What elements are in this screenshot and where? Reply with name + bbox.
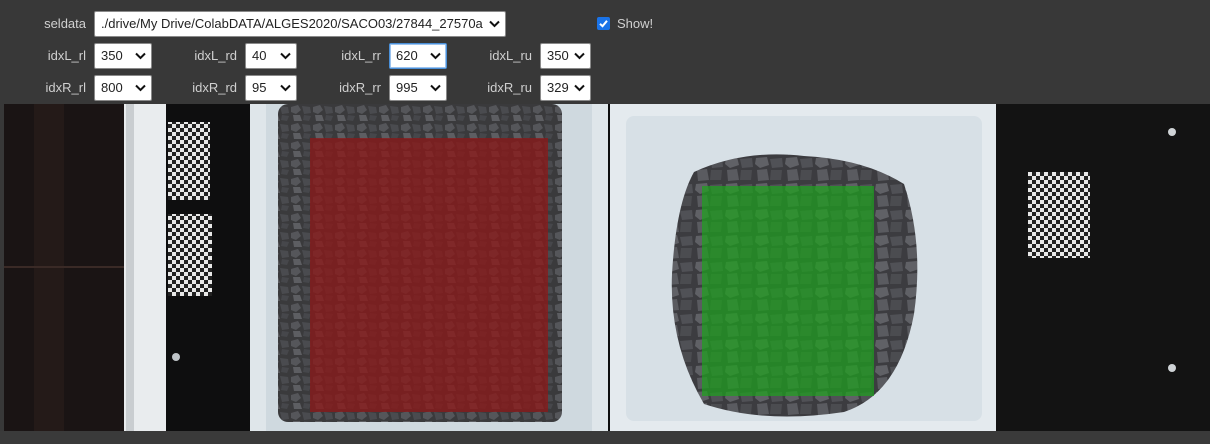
chevron-down-icon <box>573 76 585 100</box>
image-bottom-border <box>0 431 1210 444</box>
idxL-rl-value: 350 <box>101 48 123 63</box>
idxL-ru-value: 350 <box>547 48 569 63</box>
show-label: Show! <box>617 15 654 31</box>
idxR-rd-select[interactable]: 95 <box>245 75 297 101</box>
seldata-dropdown[interactable]: ./drive/My Drive/ColabDATA/ALGES2020/SAC… <box>94 11 506 37</box>
idxL-rd-select[interactable]: 40 <box>245 43 297 69</box>
idxL-rr-value: 620 <box>396 48 418 63</box>
idxR-rl-select[interactable]: 800 <box>94 75 152 101</box>
idxL-ru-select[interactable]: 350 <box>540 43 591 69</box>
idxL-rl-label: idxL_rl <box>47 48 86 63</box>
chevron-down-icon <box>429 76 441 100</box>
idxL-rd-label: idxL_rd <box>194 48 237 63</box>
chevron-down-icon <box>134 44 146 68</box>
show-toggle[interactable]: Show! <box>597 14 653 32</box>
widget-panel: seldata ./drive/My Drive/ColabDATA/ALGES… <box>0 0 1210 444</box>
idxR-ru-select[interactable]: 329 <box>540 75 591 101</box>
sample-image <box>4 104 1210 431</box>
idxL-rr-select[interactable]: 620 <box>389 43 447 69</box>
chevron-down-icon <box>279 44 291 68</box>
idxR-rl-label: idxR_rl <box>45 80 86 95</box>
idxR-rl-value: 800 <box>101 80 123 95</box>
checkmark-icon <box>599 19 608 28</box>
idxR-ru-value: 329 <box>547 80 569 95</box>
idxR-rr-label: idxR_rr <box>339 80 381 95</box>
chevron-down-icon <box>279 76 291 100</box>
idxR-rd-label: idxR_rd <box>192 80 237 95</box>
idxL-rr-label: idxL_rr <box>341 48 381 63</box>
idxR-rr-select[interactable]: 995 <box>389 75 447 101</box>
chevron-down-icon <box>429 44 441 68</box>
seldata-value: ./drive/My Drive/ColabDATA/ALGES2020/SAC… <box>101 16 483 31</box>
chevron-down-icon <box>573 44 585 68</box>
idxL-ru-label: idxL_ru <box>489 48 532 63</box>
seldata-label: seldata <box>44 16 86 31</box>
idxR-rr-value: 995 <box>396 80 418 95</box>
idxR-rd-value: 95 <box>252 80 267 95</box>
idxL-rl-select[interactable]: 350 <box>94 43 152 69</box>
chevron-down-icon <box>488 12 500 36</box>
idxR-ru-label: idxR_ru <box>487 80 532 95</box>
chevron-down-icon <box>134 76 146 100</box>
idxL-rd-value: 40 <box>252 48 267 63</box>
show-checkbox[interactable] <box>597 16 610 30</box>
